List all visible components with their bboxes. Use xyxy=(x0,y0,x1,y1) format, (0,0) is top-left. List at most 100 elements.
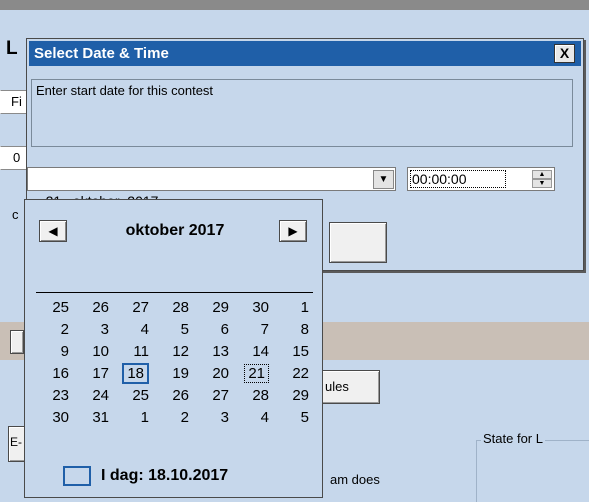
background-button[interactable] xyxy=(10,330,24,354)
calendar-day-label: 24 xyxy=(92,387,109,404)
background-side-button-label: E- xyxy=(10,435,22,449)
calendar-day-today[interactable]: 18 xyxy=(115,363,155,385)
calendar-day[interactable]: 25 xyxy=(115,385,155,407)
calendar-day[interactable]: 5 xyxy=(275,407,315,429)
calendar-day[interactable]: 3 xyxy=(195,407,235,429)
calendar-day[interactable]: 8 xyxy=(275,319,315,341)
calendar-day[interactable]: 9 xyxy=(35,341,75,363)
dialog-title-bar[interactable]: Select Date & Time X xyxy=(29,41,581,66)
calendar-day-label: 6 xyxy=(220,321,229,338)
calendar-day[interactable]: 11 xyxy=(115,341,155,363)
calendar-day[interactable]: 26 xyxy=(75,297,115,319)
calendar-day[interactable]: 25 xyxy=(35,297,75,319)
calendar-day[interactable]: 29 xyxy=(195,297,235,319)
state-group-label: State for L xyxy=(481,431,545,446)
calendar-day[interactable]: 20 xyxy=(195,363,235,385)
calendar-day[interactable]: 28 xyxy=(235,385,275,407)
window-top-strip xyxy=(0,0,589,10)
calendar-day-label: 26 xyxy=(92,299,109,316)
calendar-day[interactable]: 17 xyxy=(75,363,115,385)
calendar-day[interactable]: 6 xyxy=(195,319,235,341)
calendar-day[interactable]: 31 xyxy=(75,407,115,429)
calendar-day-label: 5 xyxy=(300,409,309,426)
time-field[interactable]: 00:00:00 ▲ ▼ xyxy=(407,167,555,191)
calendar-day-label: 16 xyxy=(52,365,69,382)
prompt-text: Enter start date for this contest xyxy=(36,83,214,98)
background-title-letter: L xyxy=(6,38,18,59)
prev-month-button[interactable]: ◀ xyxy=(39,220,67,242)
calendar-week-row: 23 24 25 26 27 28 29 xyxy=(35,385,315,407)
calendar-day-label: 7 xyxy=(260,321,269,338)
calendar-day[interactable]: 2 xyxy=(35,319,75,341)
state-group-box xyxy=(476,440,589,502)
calendar-day[interactable]: 10 xyxy=(75,341,115,363)
calendar-day[interactable]: 14 xyxy=(235,341,275,363)
calendar-day[interactable]: 2 xyxy=(155,407,195,429)
rules-button-label: ules xyxy=(325,379,349,394)
calendar-day-label: 13 xyxy=(212,343,229,360)
calendar-day-label: 22 xyxy=(292,365,309,382)
calendar-day-label: 15 xyxy=(292,343,309,360)
calendar-day[interactable]: 4 xyxy=(235,407,275,429)
calendar-day-label: 27 xyxy=(132,299,149,316)
calendar-day[interactable]: 12 xyxy=(155,341,195,363)
calendar-day[interactable]: 30 xyxy=(35,407,75,429)
calendar-day-label: 17 xyxy=(92,365,109,382)
calendar-day[interactable]: 13 xyxy=(195,341,235,363)
calendar-week-row: 25 26 27 28 29 30 1 xyxy=(35,297,315,319)
calendar-day-label: 29 xyxy=(292,387,309,404)
dialog-button[interactable] xyxy=(329,222,387,263)
rules-button[interactable]: ules xyxy=(318,370,380,404)
calendar-day-label: 28 xyxy=(172,299,189,316)
prompt-box: Enter start date for this contest xyxy=(31,79,573,147)
calendar-day[interactable]: 1 xyxy=(275,297,315,319)
date-dropdown-button[interactable]: ▼ xyxy=(373,170,394,189)
calendar-month-label[interactable]: oktober 2017 xyxy=(85,222,265,240)
calendar-day-label: 11 xyxy=(133,343,149,360)
date-picker-field[interactable]: 21. oktober 2017 xyxy=(27,167,396,209)
calendar-day[interactable]: 3 xyxy=(75,319,115,341)
arrow-left-icon: ◀ xyxy=(48,224,58,238)
calendar-day-label: 1 xyxy=(140,409,149,426)
today-label: I dag: 18.10.2017 xyxy=(101,467,229,484)
spin-down-icon[interactable]: ▼ xyxy=(532,179,552,188)
calendar-day[interactable]: 24 xyxy=(75,385,115,407)
calendar-day-label: 12 xyxy=(172,343,189,360)
calendar-day[interactable]: 22 xyxy=(275,363,315,385)
calendar-day-label: 27 xyxy=(212,387,229,404)
calendar-day-selected[interactable]: 21 xyxy=(235,363,275,385)
calendar-day-label: 30 xyxy=(252,299,269,316)
next-month-button[interactable]: ▶ xyxy=(279,220,307,242)
today-link[interactable]: I dag: 18.10.2017 xyxy=(63,466,228,486)
time-spinner[interactable]: ▲ ▼ xyxy=(532,170,552,188)
calendar-divider xyxy=(36,292,313,293)
calendar-day[interactable]: 16 xyxy=(35,363,75,385)
calendar-week-row: 9 10 11 12 13 14 15 xyxy=(35,341,315,363)
calendar-day[interactable]: 15 xyxy=(275,341,315,363)
calendar-day[interactable]: 27 xyxy=(195,385,235,407)
time-value[interactable]: 00:00:00 xyxy=(410,170,506,188)
calendar-day[interactable]: 23 xyxy=(35,385,75,407)
arrow-right-icon: ▶ xyxy=(288,224,298,238)
calendar-day[interactable]: 29 xyxy=(275,385,315,407)
calendar-day[interactable]: 27 xyxy=(115,297,155,319)
background-label: c xyxy=(12,207,19,222)
chevron-down-icon: ▼ xyxy=(378,174,389,185)
background-field-label: Fi xyxy=(11,94,22,109)
calendar-day[interactable]: 1 xyxy=(115,407,155,429)
calendar-day[interactable]: 7 xyxy=(235,319,275,341)
calendar-day-label: 18 xyxy=(122,363,149,384)
spin-up-icon[interactable]: ▲ xyxy=(532,170,552,179)
calendar-day[interactable]: 5 xyxy=(155,319,195,341)
calendar-day-label: 26 xyxy=(172,387,189,404)
calendar-day[interactable]: 26 xyxy=(155,385,195,407)
calendar-day-label: 3 xyxy=(220,409,229,426)
calendar-day-label: 9 xyxy=(60,343,69,360)
close-button[interactable]: X xyxy=(554,44,575,63)
calendar-day[interactable]: 30 xyxy=(235,297,275,319)
calendar-day[interactable]: 28 xyxy=(155,297,195,319)
background-field-label: 0 xyxy=(13,150,21,165)
calendar-day[interactable]: 19 xyxy=(155,363,195,385)
calendar-day[interactable]: 4 xyxy=(115,319,155,341)
dialog-title: Select Date & Time xyxy=(34,45,169,62)
